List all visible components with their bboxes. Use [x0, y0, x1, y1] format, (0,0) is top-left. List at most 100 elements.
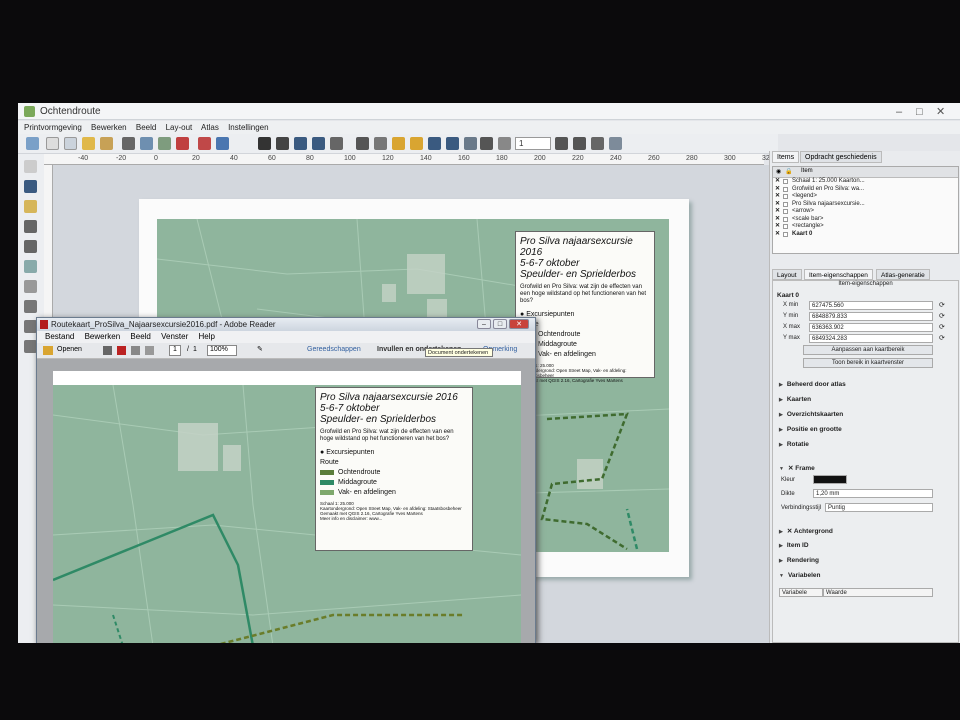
zoom-full-icon[interactable]: [258, 137, 271, 150]
visibility-icon[interactable]: ✕: [775, 231, 780, 239]
pdf-document-area[interactable]: Pro Silva najaarsexcursie 2016 5-6-7 okt…: [37, 359, 535, 643]
export-svg-icon[interactable]: [158, 137, 171, 150]
add-image-icon[interactable]: [24, 280, 37, 293]
pdf-menu-venster[interactable]: Venster: [161, 332, 188, 341]
visibility-icon[interactable]: ✕: [775, 178, 780, 186]
pdf-menu-bestand[interactable]: Bestand: [45, 332, 74, 341]
visibility-icon[interactable]: ✕: [775, 193, 780, 201]
section-frame[interactable]: ✕ Frame: [779, 464, 815, 472]
section-kaarten[interactable]: Kaarten: [779, 396, 811, 403]
lock-checkbox[interactable]: [783, 179, 788, 184]
minimize-icon[interactable]: –: [896, 104, 902, 121]
data-defined-icon[interactable]: ⟳: [939, 312, 945, 320]
tab-items[interactable]: Items: [772, 151, 800, 163]
distribute-icon[interactable]: [464, 137, 477, 150]
maximize-icon[interactable]: □: [916, 104, 923, 121]
raise-icon[interactable]: [428, 137, 441, 150]
item-row[interactable]: ✕ <arrow>: [773, 208, 958, 216]
fit-to-map-extent-button[interactable]: Aanpassen aan kaartbereik: [803, 345, 933, 355]
undo-icon[interactable]: [198, 137, 211, 150]
cloud-icon[interactable]: [145, 346, 154, 355]
item-row[interactable]: ✕ Schaal 1: 25.000 Kaarton...: [773, 178, 958, 186]
lock-checkbox[interactable]: [783, 209, 788, 214]
menu-printvormgeving[interactable]: Printvormgeving: [24, 123, 82, 132]
section-overview[interactable]: Overzichtskaarten: [779, 411, 843, 418]
item-row[interactable]: ✕ Kaart 0: [773, 231, 958, 239]
add-map-icon[interactable]: [24, 260, 37, 273]
pdf-minimize-icon[interactable]: –: [477, 319, 491, 329]
lock-icon[interactable]: [392, 137, 405, 150]
visibility-icon[interactable]: ✕: [775, 223, 780, 231]
item-row[interactable]: ✕ <rectangle>: [773, 223, 958, 231]
atlas-page-select[interactable]: 1: [515, 137, 551, 150]
lock-checkbox[interactable]: [783, 201, 788, 207]
background-check-icon[interactable]: ✕: [787, 528, 794, 535]
export-atlas-icon[interactable]: [609, 137, 622, 150]
visibility-icon[interactable]: ✕: [775, 208, 780, 216]
extent-field[interactable]: 636363.902: [809, 323, 933, 332]
pan-icon[interactable]: [24, 160, 37, 173]
show-extent-button[interactable]: Toon bereik in kaartvenster: [803, 358, 933, 368]
pdf-menu-bewerken[interactable]: Bewerken: [85, 332, 121, 341]
first-feature-icon[interactable]: [498, 137, 511, 150]
align-icon[interactable]: [446, 137, 459, 150]
zoom-in-icon[interactable]: [294, 137, 307, 150]
composer-legend[interactable]: Pro Silva najaarsexcursie 2016 5-6-7 okt…: [515, 231, 655, 383]
save-template-icon[interactable]: [100, 137, 113, 150]
menu-beeld[interactable]: Beeld: [136, 123, 156, 132]
tab-layout[interactable]: Layout: [772, 269, 802, 280]
data-defined-icon[interactable]: ⟳: [939, 323, 945, 331]
zoom-out-icon[interactable]: [312, 137, 325, 150]
print-pdf-icon[interactable]: [117, 346, 126, 355]
lock-checkbox[interactable]: [783, 224, 788, 229]
item-row[interactable]: ✕ <scale bar>: [773, 216, 958, 224]
zoom-tool-icon[interactable]: [24, 180, 37, 193]
move-content-icon[interactable]: [24, 220, 37, 233]
open-button[interactable]: Openen: [57, 346, 82, 353]
print-icon[interactable]: [122, 137, 135, 150]
unlock-icon[interactable]: [410, 137, 423, 150]
data-defined-icon[interactable]: ⟳: [939, 334, 945, 342]
menu-atlas[interactable]: Atlas: [201, 123, 219, 132]
section-position[interactable]: Positie en grootte: [779, 426, 842, 433]
duplicate-icon[interactable]: [64, 137, 77, 150]
visibility-icon[interactable]: ✕: [775, 201, 780, 209]
select-move-icon[interactable]: [24, 200, 37, 213]
open-template-icon[interactable]: [82, 137, 95, 150]
group-icon[interactable]: [356, 137, 369, 150]
data-defined-icon[interactable]: ⟳: [939, 301, 945, 309]
tab-atlas-generation[interactable]: Atlas-generatie: [876, 269, 930, 280]
section-rotation[interactable]: Rotatie: [779, 441, 809, 448]
refresh-icon[interactable]: [330, 137, 343, 150]
section-item-id[interactable]: Item ID: [779, 542, 809, 549]
tab-command-history[interactable]: Opdracht geschiedenis: [800, 151, 882, 163]
item-row[interactable]: ✕ Grofwild en Pro Silva: wa...: [773, 186, 958, 194]
pdf-close-icon[interactable]: ✕: [509, 319, 529, 329]
menu-bewerken[interactable]: Bewerken: [91, 123, 127, 132]
frame-color-swatch[interactable]: [813, 475, 847, 484]
save-icon[interactable]: [26, 137, 39, 150]
pdf-menu-help[interactable]: Help: [198, 332, 214, 341]
item-row[interactable]: ✕ <legend>: [773, 193, 958, 201]
next-feature-icon[interactable]: [555, 137, 568, 150]
extent-field[interactable]: 6848879.833: [809, 312, 933, 321]
redo-icon[interactable]: [216, 137, 229, 150]
extent-field[interactable]: 627475.560: [809, 301, 933, 310]
atlas-preview-icon[interactable]: [480, 137, 493, 150]
visibility-icon[interactable]: ✕: [775, 186, 780, 194]
menu-layout[interactable]: Lay-out: [166, 123, 193, 132]
print-atlas-icon[interactable]: [591, 137, 604, 150]
new-composer-icon[interactable]: [46, 137, 59, 150]
adobe-reader-window[interactable]: Routekaart_ProSilva_Najaarsexcursie2016.…: [36, 317, 536, 643]
frame-width-field[interactable]: 1,20 mm: [813, 489, 933, 498]
tools-button[interactable]: Gereedschappen: [307, 346, 361, 353]
section-rendering[interactable]: Rendering: [779, 557, 819, 564]
section-variables[interactable]: Variabelen: [779, 572, 821, 579]
menu-instellingen[interactable]: Instellingen: [228, 123, 268, 132]
add-label-icon[interactable]: [24, 300, 37, 313]
visibility-icon[interactable]: ✕: [775, 216, 780, 224]
open-folder-icon[interactable]: [43, 346, 53, 355]
edit-nodes-icon[interactable]: [24, 240, 37, 253]
pdf-menu-beeld[interactable]: Beeld: [130, 332, 150, 341]
item-row[interactable]: ✕ Pro Silva najaarsexcursie...: [773, 201, 958, 209]
